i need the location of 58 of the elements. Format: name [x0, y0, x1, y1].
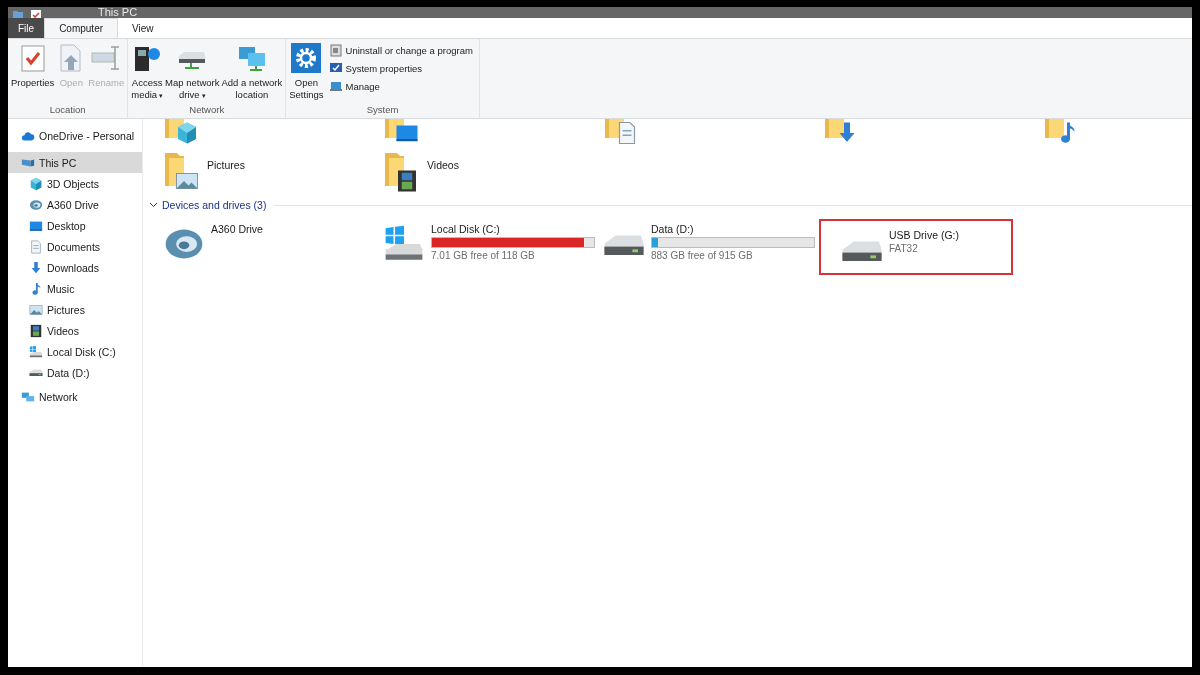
nav-item[interactable]: This PC	[8, 152, 142, 173]
folder-name[interactable]: Videos	[427, 153, 459, 171]
film-strip-icon	[29, 323, 43, 338]
windows-drive-icon	[29, 344, 43, 359]
group-label: Location	[48, 104, 87, 117]
group-label: Network	[188, 104, 226, 117]
group-label: System	[365, 104, 400, 117]
film-strip-icon	[395, 169, 419, 193]
ribbon-tab[interactable]: File	[8, 18, 45, 38]
nav-item[interactable]: Network	[8, 386, 142, 407]
nav-item[interactable]: OneDrive - Personal	[8, 125, 142, 146]
settings-icon	[291, 43, 322, 73]
drive-name: Local Disk (C:)	[431, 223, 501, 235]
rename-icon	[91, 43, 122, 73]
nav-item[interactable]: Music	[8, 278, 142, 299]
nav-item[interactable]: Videos	[8, 320, 142, 341]
ribbon-button[interactable]: Open Settings	[288, 43, 325, 104]
drive-tile[interactable]: A360 Drive	[161, 217, 377, 275]
ribbon-small-button[interactable]: Uninstall or change a program	[328, 43, 473, 57]
drive-icon	[841, 239, 883, 261]
drive-tile[interactable]: Local Disk (C:) 7.01 GB free of 118 GB	[381, 217, 597, 275]
chevron-icon[interactable]	[149, 202, 158, 208]
download-arrow-icon	[29, 260, 43, 275]
drive-detail: 7.01 GB free of 118 GB	[431, 250, 536, 261]
ribbon-small-button[interactable]: System properties	[328, 61, 473, 75]
ribbon-tab[interactable]: Computer	[44, 18, 119, 38]
drive-detail: FAT32	[889, 243, 919, 254]
swirl-icon	[29, 197, 43, 212]
ribbon-button[interactable]: Properties	[10, 43, 56, 104]
monitor-check-icon	[328, 61, 343, 75]
nav-item[interactable]: Data (D:)	[8, 362, 142, 383]
drive-name: A360 Drive	[211, 223, 263, 235]
landscape-picture-icon	[29, 302, 43, 317]
ribbon-button[interactable]: Add a network location	[220, 43, 284, 104]
program-box-icon	[328, 43, 343, 57]
folder-name[interactable]: Pictures	[207, 153, 245, 171]
nav-item[interactable]: Documents	[8, 236, 142, 257]
drive-icon	[603, 233, 645, 255]
nav-item[interactable]: A360 Drive	[8, 194, 142, 215]
drive-tile[interactable]: USB Drive (G:) FAT32	[819, 219, 1013, 275]
ribbon-small-button[interactable]: Manage	[328, 79, 473, 93]
drive-tile[interactable]: Data (D:) 883 GB free of 915 GB	[601, 217, 817, 275]
computer-manage-icon	[328, 79, 343, 93]
window-title: This PC	[98, 7, 138, 18]
drive-icon	[29, 369, 43, 376]
cube-icon	[29, 176, 43, 191]
document-icon	[29, 239, 43, 254]
ribbon-tab[interactable]: View	[118, 18, 168, 38]
drive-name: USB Drive (G:)	[889, 229, 959, 241]
drive-detail: 883 GB free of 915 GB	[651, 250, 754, 261]
nav-item[interactable]: 3D Objects	[8, 173, 142, 194]
nav-item[interactable]: Desktop	[8, 215, 142, 236]
drive-name: Data (D:)	[651, 223, 695, 235]
section-heading[interactable]: Devices and drives (3)	[162, 199, 267, 211]
nav-item[interactable]: Local Disk (C:)	[8, 341, 142, 362]
cube-icon	[175, 121, 199, 145]
nav-item[interactable]: Downloads	[8, 257, 142, 278]
nav-item[interactable]: Pictures	[8, 299, 142, 320]
